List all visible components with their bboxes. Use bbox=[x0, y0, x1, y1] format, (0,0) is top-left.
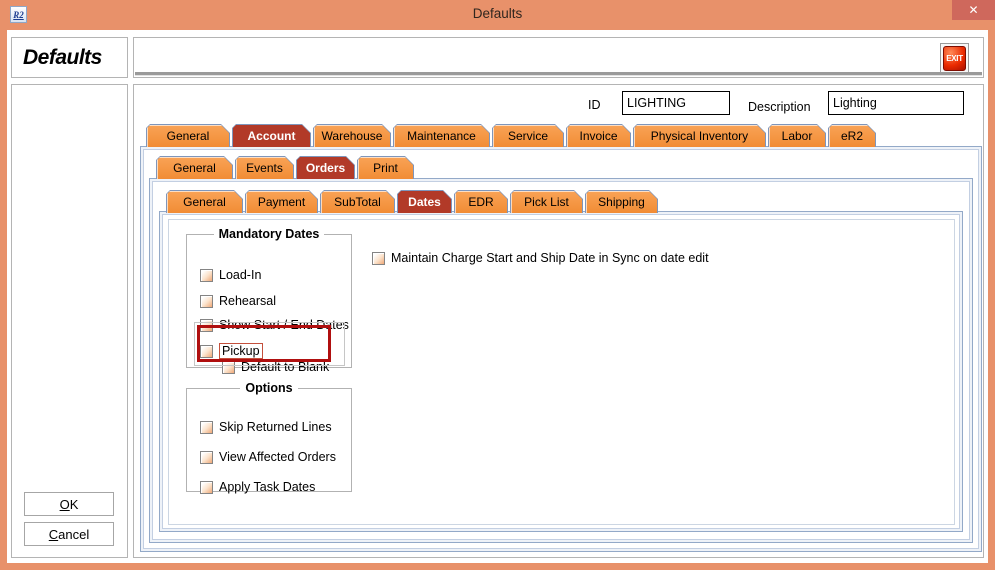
tabs-level3: General Payment SubTotal Dates EDR Pick … bbox=[166, 190, 658, 213]
tab-account[interactable]: Account bbox=[232, 124, 311, 147]
exit-button[interactable]: EXIT bbox=[940, 43, 969, 74]
tab-orders[interactable]: Orders bbox=[296, 156, 355, 179]
titlebar: R2 Defaults ✕ bbox=[0, 0, 995, 28]
tabs-level1: General Account Warehouse Maintenance Se… bbox=[146, 124, 876, 147]
close-icon: ✕ bbox=[968, 3, 978, 17]
rehearsal-checkbox[interactable] bbox=[200, 295, 213, 308]
tabs-level2: General Events Orders Print bbox=[156, 156, 414, 179]
checkbox-row-view-affected-orders[interactable]: View Affected Orders bbox=[200, 450, 336, 464]
tab-payment[interactable]: Payment bbox=[245, 190, 318, 213]
cancel-button[interactable]: Cancel bbox=[24, 522, 114, 546]
skip-returned-lines-checkbox[interactable] bbox=[200, 421, 213, 434]
load-in-checkbox[interactable] bbox=[200, 269, 213, 282]
view-affected-orders-checkbox[interactable] bbox=[200, 451, 213, 464]
page-title-box: Defaults bbox=[11, 37, 128, 78]
tab-physical-inventory[interactable]: Physical Inventory bbox=[633, 124, 766, 147]
sync-dates-checkbox[interactable] bbox=[372, 252, 385, 265]
description-input[interactable] bbox=[828, 91, 964, 115]
tab-dates[interactable]: Dates bbox=[397, 190, 452, 213]
checkbox-row-sync-dates[interactable]: Maintain Charge Start and Ship Date in S… bbox=[372, 251, 709, 265]
app-window: R2 Defaults ✕ Defaults EXIT OK Cancel ID… bbox=[0, 0, 995, 570]
close-button[interactable]: ✕ bbox=[952, 0, 995, 20]
page-title: Defaults bbox=[23, 46, 102, 70]
tab-print[interactable]: Print bbox=[357, 156, 414, 179]
tab-events[interactable]: Events bbox=[235, 156, 294, 179]
tab-general-l2[interactable]: General bbox=[156, 156, 233, 179]
tab-edr[interactable]: EDR bbox=[454, 190, 508, 213]
tab-er2[interactable]: eR2 bbox=[828, 124, 876, 147]
options-title: Options bbox=[240, 381, 297, 395]
highlight-annotation bbox=[197, 325, 331, 362]
checkbox-row-load-in[interactable]: Load-In bbox=[200, 268, 261, 282]
checkbox-row-rehearsal[interactable]: Rehearsal bbox=[200, 294, 276, 308]
checkbox-row-apply-task-dates[interactable]: Apply Task Dates bbox=[200, 480, 315, 494]
tab-labor[interactable]: Labor bbox=[768, 124, 826, 147]
exit-icon: EXIT bbox=[943, 46, 966, 71]
sidebar-panel: OK Cancel bbox=[11, 84, 128, 558]
toolbar: EXIT bbox=[133, 37, 984, 78]
options-group: Options Skip Returned Lines View Affecte… bbox=[186, 381, 352, 492]
tab-subtotal[interactable]: SubTotal bbox=[320, 190, 395, 213]
description-label: Description bbox=[748, 100, 811, 114]
ok-button[interactable]: OK bbox=[24, 492, 114, 516]
tab-maintenance[interactable]: Maintenance bbox=[393, 124, 490, 147]
window-title: Defaults bbox=[0, 6, 995, 21]
tab-invoice[interactable]: Invoice bbox=[566, 124, 631, 147]
tab-general-l3[interactable]: General bbox=[166, 190, 243, 213]
tab-warehouse[interactable]: Warehouse bbox=[313, 124, 391, 147]
apply-task-dates-checkbox[interactable] bbox=[200, 481, 213, 494]
mandatory-dates-title: Mandatory Dates bbox=[214, 227, 325, 241]
tab-shipping[interactable]: Shipping bbox=[585, 190, 658, 213]
checkbox-row-skip-returned-lines[interactable]: Skip Returned Lines bbox=[200, 420, 332, 434]
tab-service[interactable]: Service bbox=[492, 124, 564, 147]
id-label: ID bbox=[588, 98, 601, 112]
id-input[interactable] bbox=[622, 91, 730, 115]
tab-general-l1[interactable]: General bbox=[146, 124, 230, 147]
tab-pick-list[interactable]: Pick List bbox=[510, 190, 583, 213]
